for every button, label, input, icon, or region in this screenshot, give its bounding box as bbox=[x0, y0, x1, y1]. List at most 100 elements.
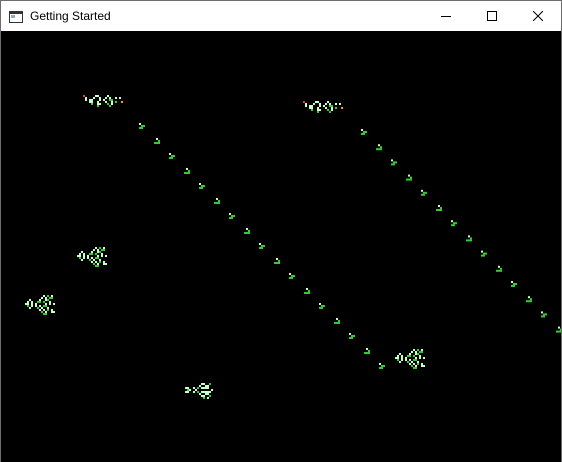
cell bbox=[380, 146, 382, 149]
cell bbox=[335, 103, 337, 105]
cell bbox=[321, 305, 323, 307]
cell bbox=[87, 255, 89, 257]
cell bbox=[311, 105, 313, 107]
cell bbox=[339, 103, 341, 105]
cell bbox=[27, 303, 29, 305]
life-grid bbox=[25, 95, 561, 399]
cell bbox=[558, 326, 560, 329]
cell bbox=[51, 309, 53, 311]
cell bbox=[205, 393, 207, 395]
cell bbox=[207, 393, 209, 395]
cell bbox=[543, 315, 545, 318]
cell bbox=[199, 187, 201, 189]
cell bbox=[41, 307, 43, 309]
cell bbox=[49, 303, 51, 305]
cell bbox=[95, 261, 97, 263]
cell bbox=[453, 224, 455, 227]
title-bar[interactable]: Getting Started bbox=[1, 1, 561, 31]
cell bbox=[515, 283, 517, 285]
cell bbox=[97, 249, 99, 251]
close-button[interactable] bbox=[515, 1, 561, 31]
cell bbox=[105, 255, 107, 257]
cell bbox=[49, 301, 51, 303]
cell bbox=[83, 253, 85, 255]
cell bbox=[306, 288, 308, 290]
cell bbox=[530, 300, 532, 303]
cell bbox=[395, 357, 397, 359]
cell bbox=[317, 111, 319, 113]
cell bbox=[309, 107, 311, 109]
cell bbox=[81, 251, 83, 253]
cell bbox=[415, 359, 417, 361]
cell bbox=[45, 297, 47, 299]
cell bbox=[511, 281, 513, 283]
cell bbox=[201, 395, 203, 397]
cell bbox=[411, 365, 413, 367]
cell bbox=[338, 322, 340, 324]
cell bbox=[405, 357, 407, 359]
cell bbox=[413, 359, 415, 361]
cell bbox=[91, 101, 93, 103]
cell bbox=[417, 349, 419, 351]
maximize-button[interactable] bbox=[469, 1, 515, 31]
cell bbox=[233, 215, 235, 217]
cell bbox=[409, 353, 411, 355]
cell bbox=[319, 307, 321, 309]
cell bbox=[109, 105, 111, 107]
cell bbox=[93, 263, 95, 265]
cell bbox=[483, 252, 485, 255]
cell bbox=[47, 299, 49, 301]
maximize-icon bbox=[487, 11, 497, 21]
cell bbox=[466, 239, 468, 242]
cell bbox=[336, 322, 338, 324]
minimize-button[interactable] bbox=[423, 1, 469, 31]
cell bbox=[203, 397, 205, 399]
cell bbox=[209, 383, 211, 385]
cell bbox=[393, 163, 395, 166]
cell bbox=[203, 383, 205, 385]
puffer bbox=[25, 295, 55, 315]
cell bbox=[97, 265, 99, 267]
cell bbox=[421, 363, 423, 365]
cell bbox=[27, 305, 29, 307]
cell bbox=[327, 109, 329, 111]
cell bbox=[195, 389, 197, 391]
cell bbox=[417, 361, 419, 363]
cell bbox=[53, 303, 55, 305]
cell bbox=[325, 107, 327, 109]
cell bbox=[317, 101, 319, 103]
cell bbox=[244, 232, 246, 234]
cell bbox=[483, 254, 485, 257]
cell bbox=[259, 243, 261, 245]
cell bbox=[410, 178, 412, 181]
cell bbox=[363, 131, 365, 133]
cell bbox=[47, 309, 49, 311]
puffer bbox=[395, 349, 425, 369]
cell bbox=[378, 144, 380, 147]
cell bbox=[305, 105, 307, 107]
cell bbox=[309, 105, 311, 107]
cell bbox=[329, 105, 331, 107]
cell bbox=[43, 295, 45, 297]
cell bbox=[408, 174, 410, 177]
cell bbox=[31, 301, 33, 303]
cell bbox=[407, 355, 409, 357]
cell bbox=[530, 298, 532, 301]
cell bbox=[407, 361, 409, 363]
cell bbox=[79, 253, 81, 255]
cell bbox=[423, 365, 425, 367]
cell bbox=[366, 348, 368, 350]
cell bbox=[229, 213, 231, 215]
cell bbox=[109, 99, 111, 101]
cell bbox=[105, 263, 107, 265]
cell bbox=[341, 107, 343, 109]
cell bbox=[335, 107, 337, 109]
cell bbox=[425, 191, 427, 194]
cell bbox=[93, 97, 95, 99]
cell bbox=[27, 301, 29, 303]
cell bbox=[199, 393, 201, 395]
cell bbox=[29, 307, 31, 309]
game-canvas[interactable] bbox=[1, 31, 561, 462]
cell bbox=[37, 301, 39, 303]
cell bbox=[364, 352, 366, 354]
